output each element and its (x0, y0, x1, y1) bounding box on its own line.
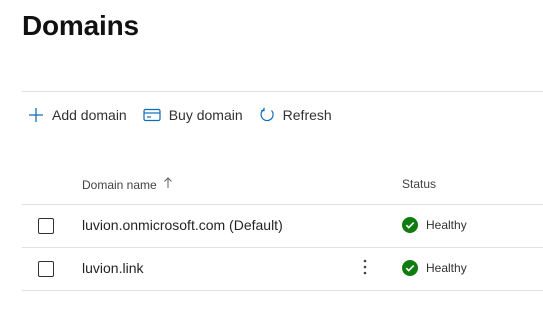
domains-table: Domain name Status luvion.onmicrosoft.co… (22, 162, 543, 291)
sort-ascending-icon (163, 177, 173, 192)
page-title: Domains (22, 10, 139, 41)
add-domain-button[interactable]: Add domain (28, 107, 127, 123)
status-label: Healthy (426, 261, 467, 275)
column-header-status[interactable]: Status (402, 177, 436, 191)
buy-domain-label: Buy domain (168, 107, 243, 123)
check-circle-icon (402, 260, 418, 276)
add-domain-label: Add domain (52, 107, 127, 123)
status-cell: Healthy (402, 217, 467, 233)
status-label: Healthy (426, 218, 467, 232)
refresh-icon (259, 107, 275, 123)
column-header-domain-name[interactable]: Domain name (82, 177, 173, 192)
domain-name-cell[interactable]: luvion.link (82, 260, 143, 276)
table-row[interactable]: luvion.link Healthy (22, 248, 543, 291)
table-row[interactable]: luvion.onmicrosoft.com (Default) Healthy (22, 205, 543, 248)
row-checkbox[interactable] (38, 261, 54, 277)
check-circle-icon (402, 217, 418, 233)
refresh-label: Refresh (282, 107, 332, 123)
status-cell: Healthy (402, 260, 467, 276)
domain-name-cell[interactable]: luvion.onmicrosoft.com (Default) (82, 217, 283, 233)
buy-domain-button[interactable]: Buy domain (143, 107, 243, 123)
table-header: Domain name Status (22, 162, 543, 205)
column-header-domain-name-label: Domain name (82, 177, 157, 192)
refresh-button[interactable]: Refresh (259, 107, 332, 123)
row-checkbox[interactable] (38, 218, 54, 234)
command-bar: Add domain Buy domain Refresh (28, 100, 348, 130)
buy-domain-icon (143, 108, 161, 122)
more-actions-button[interactable] (357, 257, 373, 279)
add-icon (28, 107, 44, 123)
more-vertical-icon (363, 259, 367, 278)
divider (22, 91, 543, 92)
